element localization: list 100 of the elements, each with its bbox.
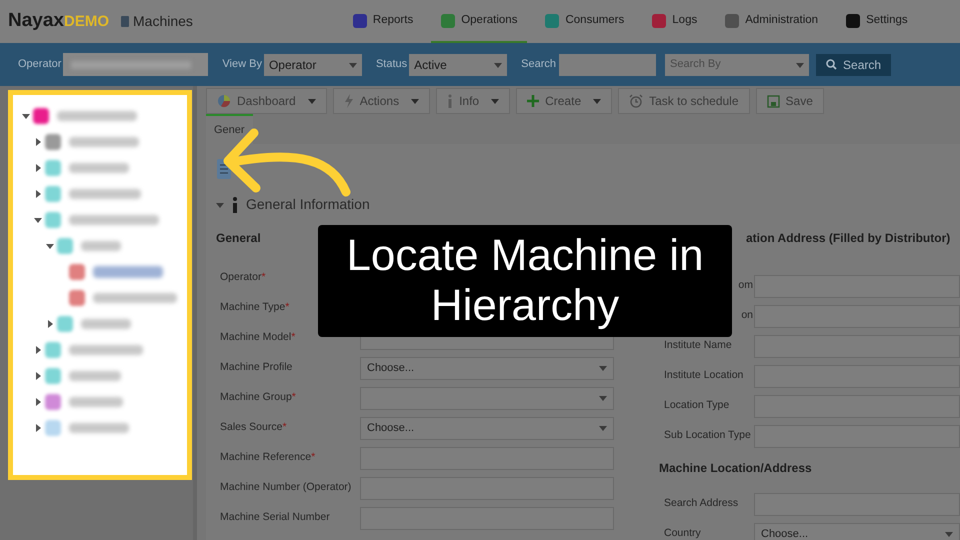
expand-caret-icon[interactable] (34, 164, 42, 172)
field-label: Institute Name (664, 338, 732, 354)
field-label: Machine Group (220, 390, 292, 406)
blurred-label[interactable] (69, 371, 121, 381)
nav-tab[interactable]: Administration (715, 0, 828, 43)
nav-tab[interactable]: Consumers (535, 0, 634, 43)
select-field[interactable]: Operator (264, 54, 362, 76)
nav-tab[interactable]: Settings (836, 0, 918, 43)
blurred-label[interactable] (69, 189, 141, 199)
expand-caret-icon[interactable] (46, 242, 54, 250)
blurred-label[interactable] (57, 111, 137, 121)
expand-caret-icon[interactable] (34, 372, 42, 380)
blurred-label[interactable] (81, 241, 121, 251)
lightning-icon (344, 94, 354, 108)
dropdown-caret-icon (308, 97, 316, 105)
save-icon (766, 94, 780, 108)
select-field[interactable]: Choose... (360, 356, 614, 380)
select-field[interactable]: Active (409, 54, 508, 76)
required-mark: * (292, 390, 296, 406)
field-label: Institute Location (664, 368, 744, 384)
dropdown-caret-icon (599, 364, 607, 372)
dropdown-caret-icon (491, 97, 500, 105)
select-field[interactable]: Choose... (360, 416, 614, 440)
nav-tab[interactable]: Logs (642, 0, 708, 43)
field-label: Country (664, 526, 701, 540)
expand-caret-icon[interactable] (34, 398, 42, 406)
toolbar-button[interactable]: Save (756, 88, 824, 114)
search-button[interactable]: Search (816, 54, 892, 76)
blurred-label[interactable] (69, 163, 129, 173)
dropdown-caret-icon (348, 60, 357, 68)
blurred-label[interactable] (69, 345, 143, 355)
field-label: View By (222, 57, 262, 72)
tab[interactable]: Gener (206, 114, 253, 144)
field-label: Sales Source (220, 420, 282, 436)
field-label: Machine Profile (220, 360, 292, 376)
field-label: Status (376, 57, 408, 72)
blurred-label[interactable] (69, 397, 123, 407)
column-heading: ation Address (Filled by Distributor) (746, 230, 950, 247)
blurred-label[interactable] (69, 423, 129, 433)
info-icon (232, 196, 238, 212)
blurred-label[interactable] (69, 137, 139, 147)
blurred-label[interactable] (93, 266, 163, 278)
blurred-label[interactable] (69, 215, 159, 225)
dropdown-caret-icon (945, 530, 953, 538)
collapse-caret-icon (216, 200, 224, 208)
field-label: Location Type (664, 398, 730, 414)
dropdown-caret-icon (494, 60, 502, 68)
field-label: Machine Type (220, 300, 286, 316)
column-heading: General (216, 230, 261, 247)
dropdown-caret-icon (599, 394, 607, 402)
expand-caret-icon[interactable] (34, 190, 42, 198)
section-title: General Information (246, 195, 370, 214)
expand-caret-icon[interactable] (46, 320, 54, 328)
field-label: Operator (220, 270, 262, 286)
required-mark: * (311, 450, 316, 466)
field-label: Machine Reference (220, 450, 312, 466)
field-label: om (738, 278, 753, 294)
alarm-clock-icon (629, 94, 644, 108)
select-field[interactable] (360, 386, 614, 410)
toolbar-button[interactable]: Task to schedule (618, 88, 750, 114)
dropdown-caret-icon (593, 97, 602, 105)
toolbar-button[interactable]: Create (516, 88, 612, 114)
toolbar-button[interactable]: Actions (332, 88, 430, 114)
callout-tooltip: Locate Machine in Hierarchy (318, 225, 732, 337)
column-heading: Machine Location/Address (659, 460, 813, 477)
search-icon (826, 59, 838, 70)
blurred-label[interactable] (81, 319, 131, 329)
field-label: on (741, 308, 753, 324)
field-label: Sub Location Type (664, 428, 751, 444)
nav-tab[interactable]: Reports (342, 0, 424, 43)
field-label: Search (521, 57, 556, 72)
select-field[interactable]: Choose... (754, 522, 960, 540)
field-label: Machine Model (220, 330, 292, 346)
machine-icon (121, 16, 129, 27)
field-label: Machine Number (Operator) (220, 480, 352, 496)
required-mark: * (282, 420, 287, 436)
expand-caret-icon[interactable] (34, 216, 42, 224)
field-label: Operator (18, 57, 62, 72)
pie-chart-icon (217, 94, 231, 108)
required-mark: * (285, 300, 290, 316)
dropdown-caret-icon (796, 60, 804, 68)
search-field[interactable] (559, 54, 656, 76)
expand-caret-icon[interactable] (34, 138, 42, 146)
field-label: Search Address (664, 496, 738, 512)
dropdown-caret-icon (411, 97, 420, 105)
info-icon (447, 94, 454, 108)
expand-caret-icon[interactable] (34, 346, 42, 354)
toolbar-button[interactable]: Info (436, 88, 510, 114)
field-label: Machine Serial Number (220, 510, 330, 526)
toolbar-button[interactable]: Dashboard (206, 88, 327, 114)
blurred-label[interactable] (93, 293, 177, 303)
page-title: Machines (133, 12, 193, 31)
operator-field[interactable] (63, 53, 208, 76)
required-mark: * (261, 270, 266, 286)
dropdown-caret-icon (599, 424, 607, 432)
expand-caret-icon[interactable] (22, 112, 30, 120)
expand-caret-icon[interactable] (34, 424, 42, 432)
plus-icon (527, 95, 540, 107)
logo: NayaxDEMO (8, 9, 109, 34)
required-mark: * (291, 330, 296, 346)
